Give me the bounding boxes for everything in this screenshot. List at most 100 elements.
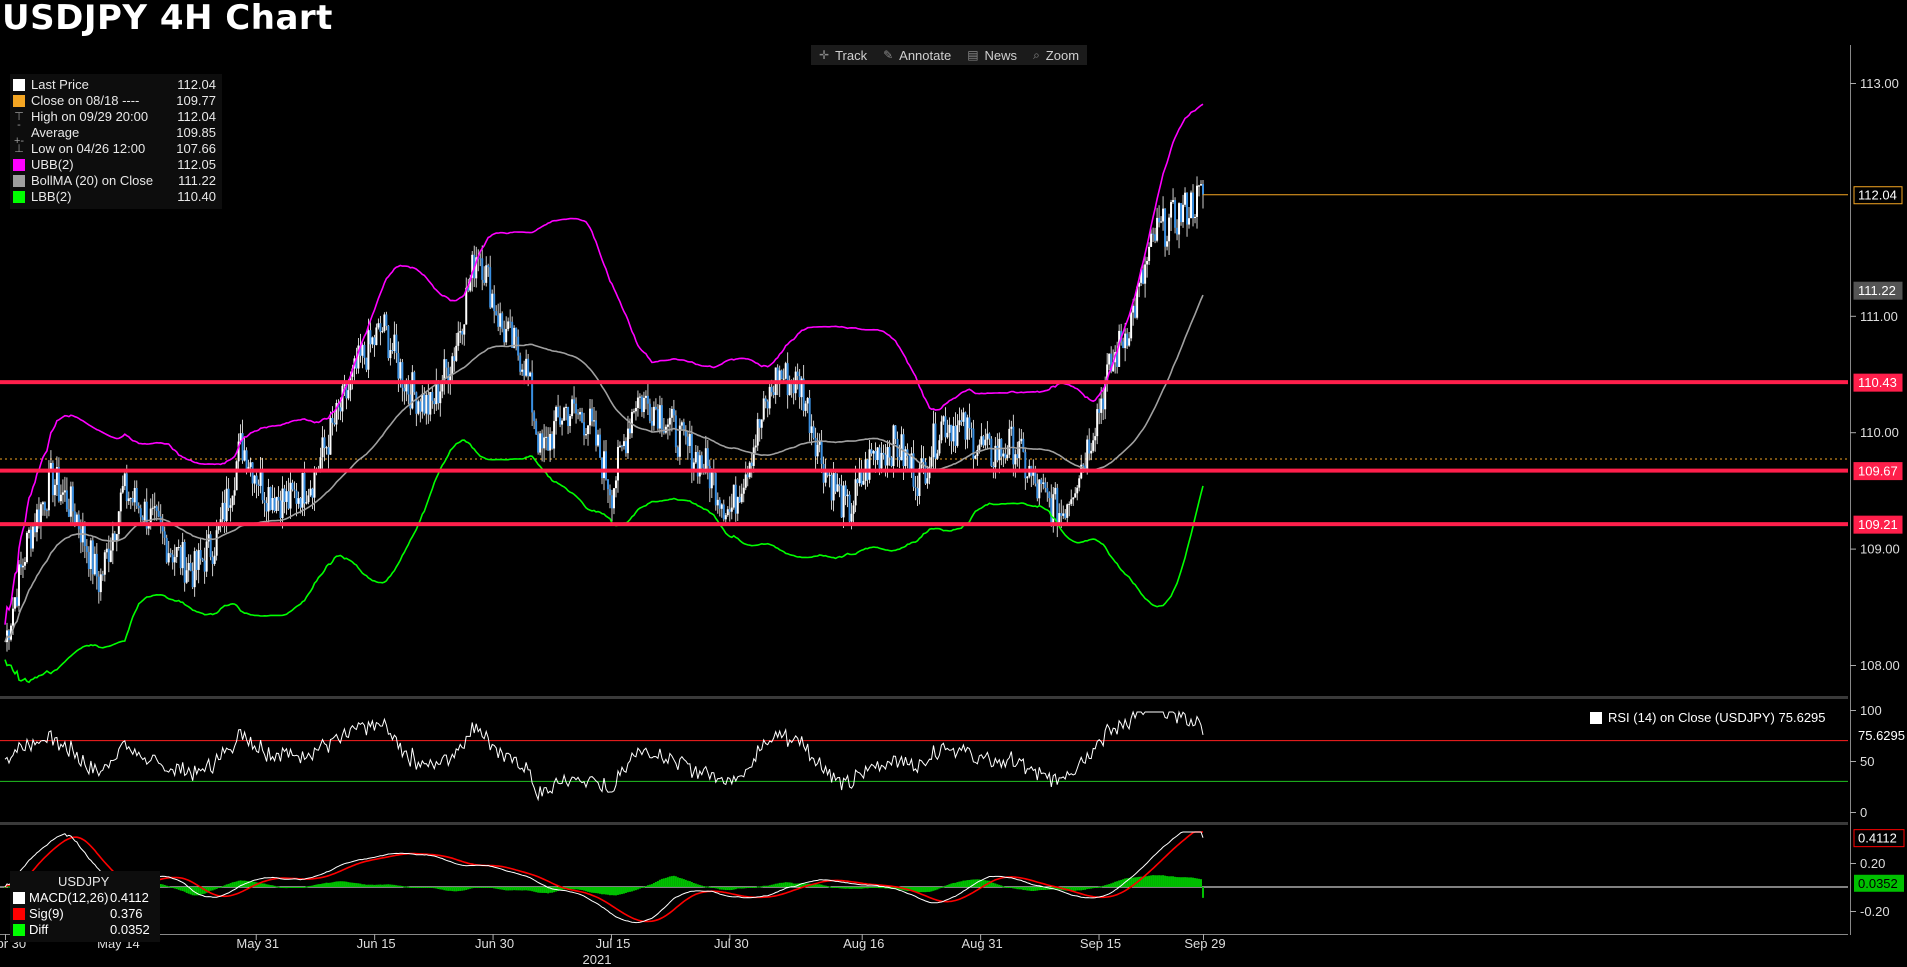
macd-histogram-bar (1024, 887, 1027, 891)
annotate-button[interactable]: ✎ Annotate (875, 48, 959, 63)
news-button[interactable]: ▤ News (959, 48, 1025, 63)
macd-histogram-bar (1038, 887, 1041, 891)
price-bar-body (862, 480, 865, 485)
price-bar-body (431, 392, 434, 401)
macd-histogram-bar (750, 887, 753, 888)
price-bar-body (814, 437, 817, 457)
macd-histogram-bar (848, 887, 851, 889)
macd-histogram-bar (1176, 877, 1179, 887)
macd-histogram-bar (429, 887, 432, 888)
macd-histogram-bar (271, 885, 274, 887)
price-bar-body (714, 473, 717, 506)
macd-histogram-bar (1158, 875, 1161, 887)
magnifier-icon: ⌕ (1033, 47, 1040, 62)
macd-histogram-bar (1098, 886, 1101, 888)
macd-histogram-bar (624, 887, 627, 893)
time-tick-label: Jun 15 (357, 936, 396, 951)
pane-separator (0, 696, 1848, 699)
price-bar-body (571, 399, 574, 417)
price-bar-body (908, 455, 911, 469)
price-bar-body (974, 455, 977, 459)
price-bar-body (1126, 333, 1129, 346)
price-bar-body (547, 436, 550, 451)
zoom-button[interactable]: ⌕ Zoom (1025, 48, 1087, 63)
macd-histogram-bar (269, 885, 272, 887)
macd-histogram-bar (746, 887, 749, 888)
macd-histogram-bar (499, 887, 502, 890)
price-bar-body (173, 557, 176, 563)
price-bar-body (603, 451, 605, 479)
price-bar-body (1074, 493, 1077, 498)
price-bar-body (1050, 498, 1053, 523)
price-bar-body (922, 458, 925, 463)
chart-canvas[interactable]: 113.00 111.00 110.00 109.00 108.00 112.04 111.… (0, 0, 1907, 967)
macd-histogram-bar (754, 886, 757, 888)
price-bar-body (1174, 200, 1177, 228)
macd-histogram-bar (211, 887, 214, 891)
price-bar-body (199, 550, 202, 559)
macd-histogram-bar (674, 876, 677, 887)
price-bar-body (1082, 464, 1085, 466)
macd-histogram-bar (604, 887, 607, 895)
macd-histogram-bar (515, 887, 518, 891)
macd-legend-label: Sig(9) (29, 906, 64, 921)
macd-histogram-bar (850, 887, 853, 889)
macd-histogram-bar (960, 881, 963, 887)
macd-histogram-bar (375, 884, 378, 887)
track-button[interactable]: ✛ Track (811, 48, 875, 63)
price-bar-body (89, 540, 92, 569)
price-bar-body (383, 314, 386, 332)
macd-histogram-bar (682, 879, 685, 887)
price-bar-body (297, 498, 300, 504)
price-bar-body (696, 451, 699, 477)
macd-histogram-bar (439, 887, 442, 890)
macd-histogram-bar (636, 887, 639, 890)
macd-legend-label: MACD(12,26) (29, 890, 109, 905)
macd-histogram-bar (672, 875, 675, 887)
macd-histogram-bar (385, 884, 388, 887)
price-bar-body (786, 363, 789, 396)
price-bar-body (844, 485, 847, 497)
macd-histogram-bar (842, 887, 845, 889)
macd-histogram-bar (441, 887, 444, 890)
macd-histogram-bar (728, 887, 731, 891)
macd-histogram-bar (698, 884, 701, 887)
price-bar-body (491, 293, 494, 308)
price-bar-body (1022, 438, 1025, 452)
price-bar-body (1146, 260, 1149, 265)
macd-histogram-bar (696, 884, 699, 887)
macd-histogram-bar (704, 886, 707, 888)
price-bar-body (854, 479, 857, 506)
price-bar-body (561, 420, 564, 425)
macd-histogram-bar (231, 882, 234, 887)
macd-histogram-bar (167, 886, 170, 888)
price-bar-body (229, 505, 232, 508)
price-bar-body (968, 417, 971, 429)
macd-histogram-bar (159, 884, 162, 887)
price-bar-body (407, 382, 410, 395)
macd-histogram-bar (485, 887, 488, 888)
price-bar-body (253, 475, 256, 484)
price-tick (1850, 315, 1856, 317)
price-bar-body (878, 447, 881, 469)
price-bar-body (263, 500, 266, 504)
macd-histogram-bar (972, 879, 975, 887)
price-bar-body (61, 492, 64, 495)
price-bar-body (521, 369, 524, 372)
price-bar-body (93, 553, 96, 575)
price-bar-body (525, 358, 528, 376)
macd-histogram-bar (215, 887, 218, 889)
time-tick-label: Sep 15 (1080, 936, 1121, 951)
macd-histogram-bar (1034, 887, 1037, 891)
axis-value-label: 111.22 (1858, 283, 1896, 298)
macd-histogram-bar (1094, 887, 1097, 888)
macd-histogram-bar (662, 878, 665, 887)
macd-histogram-bar (876, 887, 879, 888)
macd-histogram-bar (335, 881, 338, 887)
macd-histogram-bar (1010, 887, 1013, 888)
price-bar-body (501, 313, 504, 329)
price-bar-body (155, 506, 158, 511)
macd-histogram-bar (165, 885, 168, 887)
macd-histogram-bar (343, 881, 346, 887)
legend-value: 110.40 (177, 189, 216, 204)
